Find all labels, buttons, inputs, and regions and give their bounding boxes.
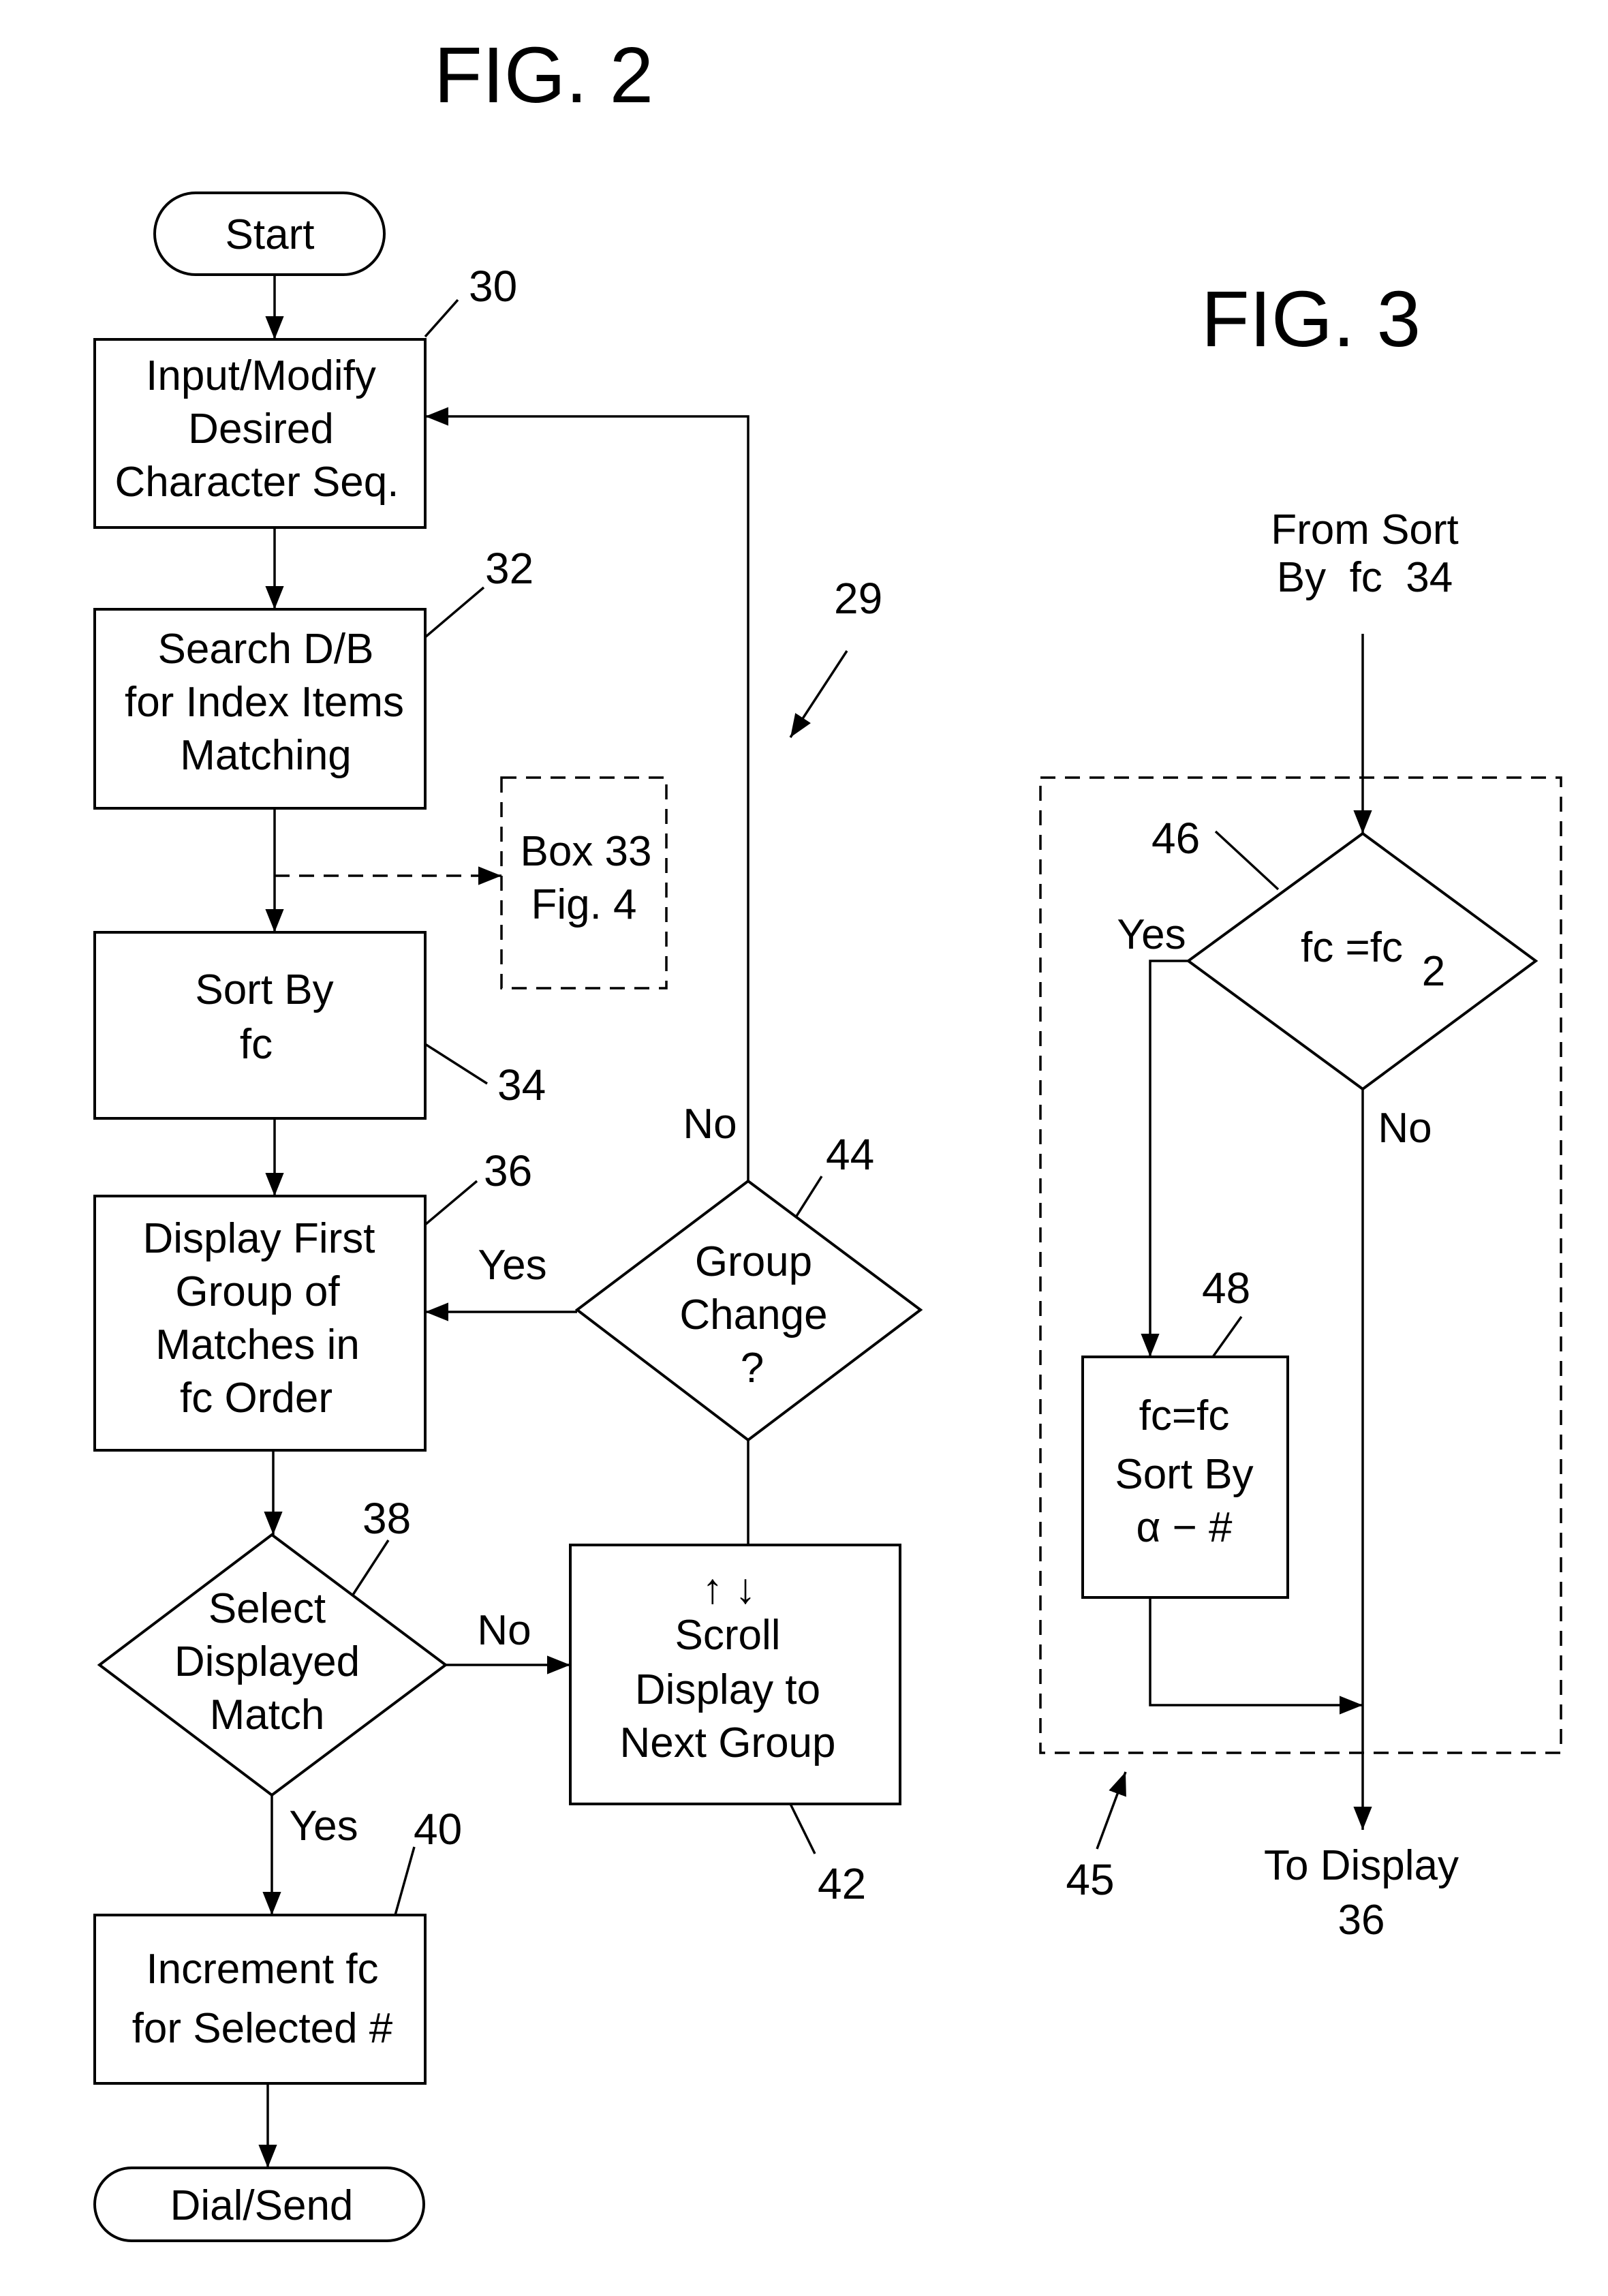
label-yes-44: Yes: [478, 1242, 546, 1289]
fig-2: FIG. 2 Start Input/Modify Desired Charac…: [93, 31, 923, 2242]
arrow-48-to-merge: [1149, 1597, 1363, 1715]
box-42-line-2: Display to: [635, 1666, 820, 1713]
arrow-44-no-loop-to-30: [425, 407, 749, 1181]
ref-44: 44: [826, 1130, 874, 1179]
box-36-display-first-group: Display First Group of Matches in fc Ord…: [93, 1146, 532, 1452]
to-display-line-1: To Display: [1264, 1842, 1459, 1889]
decision-44-line-1: Group: [695, 1238, 812, 1285]
leader-38: [352, 1540, 390, 1595]
decision-38-line-1: Select: [208, 1585, 326, 1632]
box-40-increment-fc: Increment fc for Selected # 40: [93, 1805, 462, 2085]
label-yes-46: Yes: [1117, 911, 1186, 958]
box-30-line-3: Character Seq.: [115, 459, 399, 506]
box-33-line-1: Box 33: [520, 828, 651, 875]
ref-30: 30: [469, 262, 517, 311]
decision-44-line-3: ?: [741, 1345, 764, 1392]
arrow-46-yes-to-48: [1141, 960, 1188, 1357]
box-48-line-2: Sort By: [1115, 1451, 1253, 1498]
leader-34: [424, 1043, 488, 1085]
label-no-38: No: [477, 1607, 531, 1654]
leader-44: [794, 1176, 823, 1218]
leader-42: [789, 1803, 816, 1854]
box-34-line-1: Sort By: [195, 966, 333, 1013]
ref-36: 36: [484, 1146, 532, 1195]
ref-29: 29: [834, 574, 882, 623]
to-display-line-2: 36: [1338, 1897, 1385, 1944]
loop-ref-29: 29: [789, 574, 882, 738]
box-42-line-1: Scroll: [675, 1612, 780, 1659]
box-42-line-3: Next Group: [619, 1719, 835, 1766]
from-sort-line-1: From Sort: [1271, 506, 1459, 553]
box-32-line-2: for Index Items: [125, 679, 404, 726]
box-48-line-3: α − #: [1137, 1504, 1233, 1551]
label-no-44: No: [683, 1101, 737, 1148]
decision-46-text: fc =fc: [1301, 924, 1403, 971]
box-42-scroll-display: ↑ ↓ Scroll Display to Next Group 42: [569, 1544, 901, 1908]
box-32-line-3: Matching: [180, 732, 352, 779]
leader-48: [1211, 1315, 1243, 1358]
box-32-search-db: Search D/B for Index Items Matching 32: [93, 544, 534, 810]
ref-46: 46: [1151, 814, 1200, 863]
label-no-46: No: [1378, 1105, 1432, 1152]
box-36-line-3: Matches in: [155, 1321, 360, 1368]
ref-45-arrow-icon: [1096, 1771, 1127, 1850]
ref-38: 38: [362, 1494, 411, 1543]
box-36-line-4: fc Order: [180, 1375, 333, 1422]
box-33-line-2: Fig. 4: [531, 881, 636, 928]
leader-46: [1214, 830, 1280, 891]
leader-32: [424, 586, 485, 639]
box-48-line-1: fc=fc: [1139, 1392, 1230, 1439]
box-30-line-2: Desired: [188, 405, 334, 453]
box-34-line-2: fc: [240, 1021, 273, 1068]
box-36-line-2: Group of: [175, 1268, 340, 1315]
decision-38-line-3: Match: [210, 1692, 325, 1739]
ref-45: 45: [1066, 1855, 1114, 1904]
ref-48: 48: [1202, 1264, 1250, 1313]
dial-send-label: Dial/Send: [170, 2182, 354, 2229]
decision-46-fc-equal: fc =fc 2 46: [1151, 814, 1539, 1091]
decision-38-select-match: Select Displayed Match 38: [97, 1494, 448, 1797]
decision-38-line-2: Displayed: [174, 1638, 360, 1685]
box-30-input-modify: Input/Modify Desired Character Seq. 30: [93, 262, 517, 529]
box-48-sort-alpha: fc=fc Sort By α − # 48: [1081, 1264, 1289, 1599]
start-label: Start: [226, 211, 315, 258]
fig-2-title: FIG. 2: [434, 31, 653, 119]
ref-29-arrow-icon: [789, 650, 848, 738]
start-terminator: Start: [153, 192, 386, 276]
from-sort-line-2: By fc 34: [1277, 554, 1453, 601]
decision-46-subscript: 2: [1422, 948, 1445, 995]
fig-3-title: FIG. 3: [1201, 275, 1421, 363]
box-33-reference: Box 33 Fig. 4: [500, 776, 668, 990]
scroll-arrows-icon: ↑ ↓: [702, 1565, 756, 1612]
ref-32: 32: [485, 544, 534, 593]
box-34-sort-by-fc: Sort By fc 34: [93, 931, 546, 1120]
box-36-line-1: Display First: [142, 1215, 375, 1262]
box-40-line-2: for Selected #: [132, 2005, 393, 2052]
dial-send-terminator: Dial/Send: [93, 2167, 425, 2242]
box-32-line-1: Search D/B: [157, 626, 373, 673]
label-yes-38: Yes: [289, 1803, 358, 1850]
box-40-line-1: Increment fc: [146, 1946, 378, 1993]
ref-34: 34: [497, 1060, 546, 1109]
leader-36: [424, 1180, 478, 1226]
patent-figure-sheet: FIG. 2 Start Input/Modify Desired Charac…: [93, 31, 1562, 2242]
decision-44-line-2: Change: [679, 1291, 827, 1338]
leader-30: [424, 299, 459, 338]
ref-40: 40: [414, 1805, 462, 1854]
fig-3: FIG. 3 From Sort By fc 34 fc =fc 2 46 Ye…: [1039, 275, 1562, 1944]
leader-40: [394, 1846, 416, 1916]
ref-42: 42: [818, 1859, 866, 1908]
box-30-line-1: Input/Modify: [146, 352, 376, 399]
